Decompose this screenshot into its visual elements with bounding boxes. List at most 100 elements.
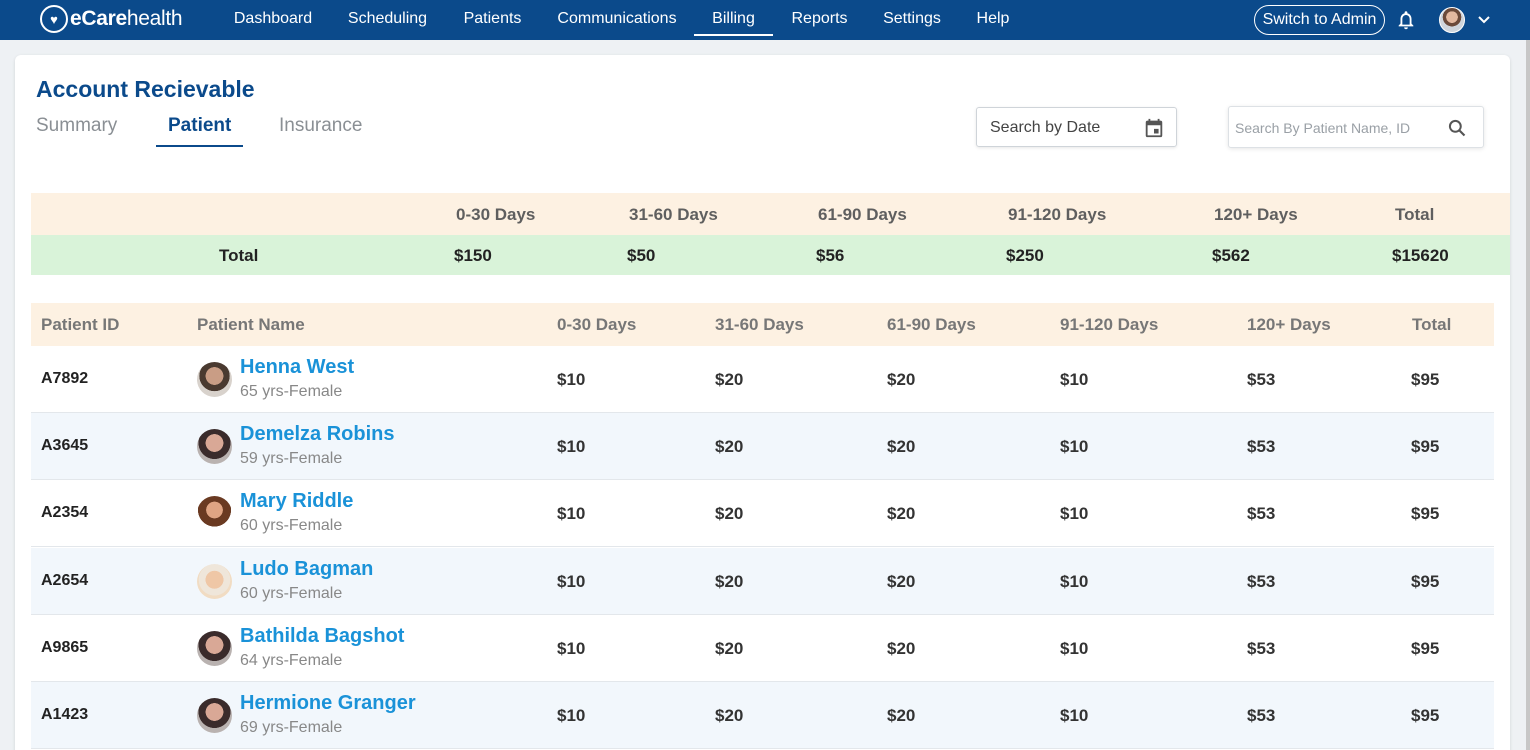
column-header-total[interactable]: Total [1412,315,1451,335]
patient-id: A7892 [41,370,89,387]
amount-61-90: $20 [887,370,916,389]
amount-0-30: $10 [557,504,586,523]
search-icon[interactable] [1447,118,1467,138]
amount-61-90: $20 [887,639,916,658]
summary-header-cell: Total [1395,205,1435,224]
summary-total-row: Total $150 $50 $56 $250 $562 $15620 [31,235,1510,275]
amount-31-60: $20 [715,437,744,456]
column-header-patient-name[interactable]: Patient Name [197,315,305,335]
amount-0-30: $10 [557,639,586,658]
nav-reports[interactable]: Reports [790,0,849,40]
summary-header-row: 0-30 Days 31-60 Days 61-90 Days 91-120 D… [31,193,1510,235]
patient-age-gender: 64 yrs-Female [240,652,343,669]
summary-header-cell: 0-30 Days [456,205,536,224]
amount-31-60: $20 [715,504,744,523]
nav-patients[interactable]: Patients [463,0,522,40]
top-nav-bar: ♥ eCarehealth Dashboard Scheduling Patie… [0,0,1530,40]
logo-text: eCarehealth [70,7,183,30]
table-row[interactable]: A7892 Henna West 65 yrs-Female $10 $20 $… [31,346,1494,413]
patient-name-link[interactable]: Ludo Bagman [240,558,373,581]
date-placeholder: Search by Date [990,119,1101,136]
nav-settings[interactable]: Settings [882,0,942,40]
nav-communications[interactable]: Communications [556,0,678,40]
tab-summary[interactable]: Summary [36,115,117,145]
amount-120-plus: $53 [1247,437,1276,456]
column-header-91-120[interactable]: 91-120 Days [1060,315,1158,335]
patient-age-gender: 65 yrs-Female [240,383,343,400]
tab-patient[interactable]: Patient [155,115,244,147]
patient-avatar [197,698,232,733]
switch-to-admin-button[interactable]: Switch to Admin [1254,5,1385,35]
patient-name-link[interactable]: Henna West [240,356,354,379]
patient-age-gender: 60 yrs-Female [240,585,343,602]
amount-31-60: $20 [715,370,744,389]
logo-heart-icon: ♥ [40,5,68,33]
chevron-down-icon[interactable] [1476,13,1492,27]
amount-120-plus: $53 [1247,504,1276,523]
summary-total-label: Total [219,246,259,265]
patient-id: A9865 [41,639,89,656]
search-by-date-field[interactable]: Search by Date [976,107,1177,147]
summary-header-cell: 31-60 Days [629,205,718,224]
summary-header-cell: 120+ Days [1214,205,1298,224]
patient-id: A2354 [41,504,89,521]
summary-header-cell: 91-120 Days [1008,205,1107,224]
patient-name-link[interactable]: Demelza Robins [240,423,394,446]
nav-billing[interactable]: Billing [694,0,773,40]
amount-91-120: $10 [1060,706,1089,725]
patient-search-input[interactable] [1235,117,1435,139]
nav-dashboard[interactable]: Dashboard [233,0,313,40]
amount-120-plus: $53 [1247,706,1276,725]
app-logo[interactable]: ♥ eCarehealth [40,4,183,34]
table-row[interactable]: A9865 Bathilda Bagshot 64 yrs-Female $10… [31,615,1494,682]
amount-total: $95 [1411,706,1440,725]
patient-age-gender: 60 yrs-Female [240,517,343,534]
amount-0-30: $10 [557,706,586,725]
nav-scheduling[interactable]: Scheduling [347,0,428,40]
vertical-scrollbar[interactable] [1526,40,1530,750]
bell-icon[interactable] [1395,8,1417,32]
nav-help[interactable]: Help [975,0,1011,40]
amount-0-30: $10 [557,437,586,456]
column-header-patient-id[interactable]: Patient ID [41,315,119,335]
patient-name-link[interactable]: Hermione Granger [240,692,416,715]
patient-search-box [1228,106,1484,148]
column-header-61-90[interactable]: 61-90 Days [887,315,976,335]
column-header-120-plus[interactable]: 120+ Days [1247,315,1331,335]
table-row[interactable]: A3645 Demelza Robins 59 yrs-Female $10 $… [31,413,1494,480]
patient-id: A2654 [41,572,89,589]
tab-insurance[interactable]: Insurance [279,115,362,145]
amount-31-60: $20 [715,572,744,591]
patient-avatar [197,362,232,397]
amount-91-120: $10 [1060,370,1089,389]
amount-91-120: $10 [1060,572,1089,591]
table-row[interactable]: A2654 Ludo Bagman 60 yrs-Female $10 $20 … [31,548,1494,615]
amount-91-120: $10 [1060,639,1089,658]
calendar-icon[interactable] [1143,117,1165,139]
amount-61-90: $20 [887,572,916,591]
patient-name-link[interactable]: Mary Riddle [240,490,353,513]
amount-120-plus: $53 [1247,639,1276,658]
summary-total-cell: $56 [816,246,845,265]
user-avatar[interactable] [1439,7,1465,33]
amount-91-120: $10 [1060,504,1089,523]
patient-age-gender: 69 yrs-Female [240,719,343,736]
amount-total: $95 [1411,437,1440,456]
column-header-31-60[interactable]: 31-60 Days [715,315,804,335]
page-title: Account Recievable [36,76,255,102]
amount-61-90: $20 [887,504,916,523]
table-row[interactable]: A2354 Mary Riddle 60 yrs-Female $10 $20 … [31,480,1494,547]
amount-total: $95 [1411,370,1440,389]
amount-120-plus: $53 [1247,370,1276,389]
summary-total-cell: $562 [1212,246,1250,265]
amount-total: $95 [1411,572,1440,591]
summary-total-cell: $50 [627,246,656,265]
amount-0-30: $10 [557,370,586,389]
patient-avatar [197,564,232,599]
table-row[interactable]: A1423 Hermione Granger 69 yrs-Female $10… [31,682,1494,749]
amount-0-30: $10 [557,572,586,591]
patient-name-link[interactable]: Bathilda Bagshot [240,625,404,648]
column-header-0-30[interactable]: 0-30 Days [557,315,636,335]
amount-61-90: $20 [887,437,916,456]
amount-31-60: $20 [715,639,744,658]
